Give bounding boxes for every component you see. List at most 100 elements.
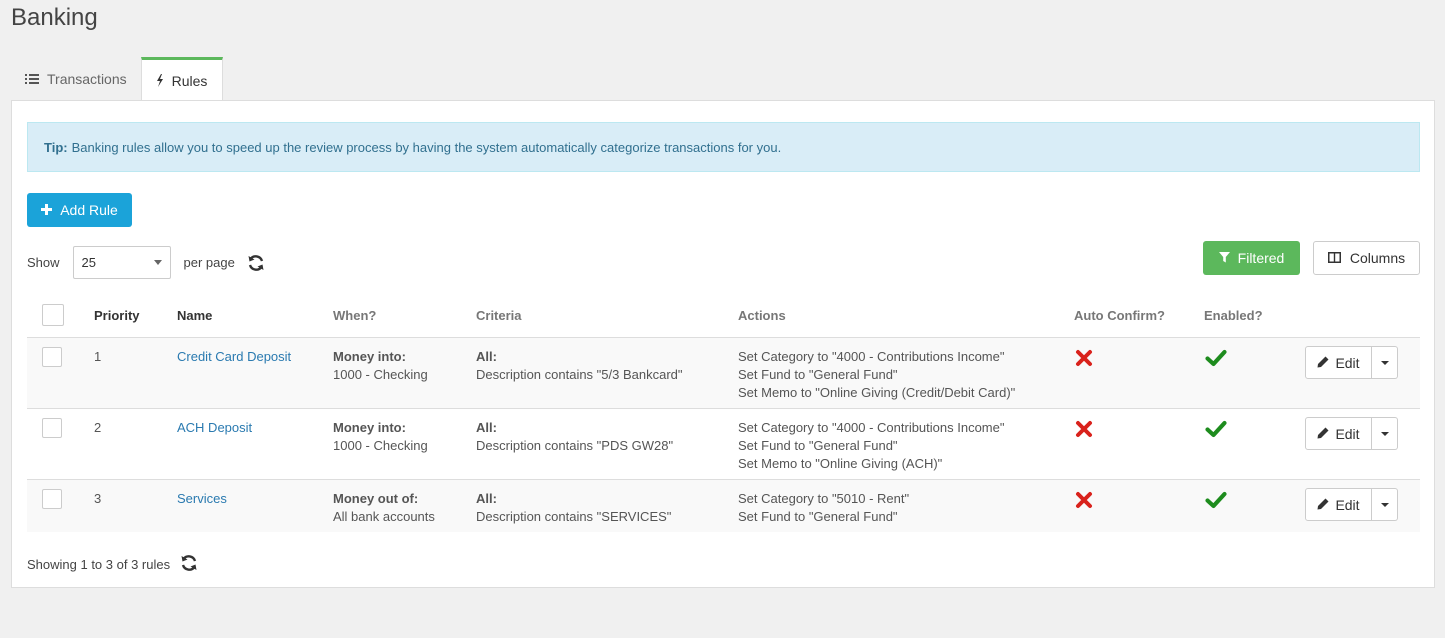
caret-down-icon bbox=[1380, 360, 1389, 365]
table-footer: Showing 1 to 3 of 3 rules bbox=[27, 554, 198, 575]
pencil-icon bbox=[1317, 497, 1329, 513]
tip-alert: Tip: Banking rules allow you to speed up… bbox=[27, 122, 1420, 172]
pencil-icon bbox=[1317, 426, 1329, 442]
action-item: Set Fund to "General Fund" bbox=[738, 509, 898, 524]
when-value: All bank accounts bbox=[333, 509, 435, 524]
list-icon bbox=[25, 73, 39, 85]
table-row: 2 ACH Deposit Money into: 1000 - Checkin… bbox=[27, 409, 1420, 480]
refresh-icon[interactable] bbox=[247, 254, 265, 272]
edit-button-group: Edit bbox=[1305, 488, 1398, 521]
edit-button-group: Edit bbox=[1305, 417, 1398, 450]
criteria-value: Description contains "SERVICES" bbox=[476, 509, 672, 524]
edit-button[interactable]: Edit bbox=[1305, 488, 1372, 521]
action-item: Set Fund to "General Fund" bbox=[738, 367, 898, 382]
criteria-value: Description contains "PDS GW28" bbox=[476, 438, 674, 453]
page-size-control: Show 25 per page bbox=[27, 245, 265, 280]
when-title: Money into: bbox=[333, 420, 406, 435]
when-value: 1000 - Checking bbox=[333, 438, 428, 453]
row-checkbox[interactable] bbox=[42, 418, 62, 438]
columns-button[interactable]: Columns bbox=[1313, 241, 1420, 275]
row-actions: Set Category to "4000 - Contributions In… bbox=[738, 348, 1015, 402]
action-item: Set Fund to "General Fund" bbox=[738, 438, 898, 453]
row-priority: 2 bbox=[94, 420, 102, 435]
filter-icon bbox=[1218, 250, 1230, 266]
row-when: Money into: 1000 - Checking bbox=[333, 348, 428, 384]
x-mark-icon bbox=[1075, 420, 1093, 441]
tip-text: Banking rules allow you to speed up the … bbox=[71, 139, 782, 155]
action-item: Set Memo to "Online Giving (Credit/Debit… bbox=[738, 385, 1016, 400]
check-mark-icon bbox=[1205, 349, 1227, 370]
rules-panel: Tip: Banking rules allow you to speed up… bbox=[11, 100, 1435, 588]
filtered-button[interactable]: Filtered bbox=[1203, 241, 1300, 275]
edit-button[interactable]: Edit bbox=[1305, 346, 1372, 379]
caret-down-icon bbox=[153, 260, 162, 265]
rule-name-link[interactable]: Credit Card Deposit bbox=[177, 348, 291, 366]
row-criteria: All: Description contains "SERVICES" bbox=[476, 490, 671, 526]
row-checkbox[interactable] bbox=[42, 347, 62, 367]
row-priority: 1 bbox=[94, 349, 102, 364]
bolt-icon bbox=[156, 74, 164, 87]
tip-label: Tip: bbox=[44, 139, 68, 155]
row-actions: Set Category to "5010 - Rent" Set Fund t… bbox=[738, 490, 909, 526]
rule-name-link[interactable]: Services bbox=[177, 490, 227, 508]
criteria-value: Description contains "5/3 Bankcard" bbox=[476, 367, 683, 382]
pencil-icon bbox=[1317, 355, 1329, 371]
row-criteria: All: Description contains "PDS GW28" bbox=[476, 419, 673, 455]
per-page-label: per page bbox=[183, 255, 235, 270]
x-mark-icon bbox=[1075, 349, 1093, 370]
table-row: 1 Credit Card Deposit Money into: 1000 -… bbox=[27, 338, 1420, 409]
header-actions: Actions bbox=[738, 308, 786, 323]
results-summary: Showing 1 to 3 of 3 rules bbox=[27, 557, 171, 572]
header-auto-confirm: Auto Confirm? bbox=[1074, 308, 1165, 323]
rule-name-link[interactable]: ACH Deposit bbox=[177, 419, 252, 437]
columns-icon bbox=[1327, 250, 1341, 266]
row-criteria: All: Description contains "5/3 Bankcard" bbox=[476, 348, 683, 384]
row-actions: Set Category to "4000 - Contributions In… bbox=[738, 419, 1004, 473]
action-item: Set Category to "5010 - Rent" bbox=[738, 491, 910, 506]
tab-label: Rules bbox=[171, 72, 208, 89]
criteria-title: All: bbox=[476, 420, 497, 435]
add-rule-button[interactable]: Add Rule bbox=[27, 193, 132, 227]
show-label: Show bbox=[27, 255, 60, 270]
edit-label: Edit bbox=[1335, 496, 1360, 513]
check-mark-icon bbox=[1205, 491, 1227, 512]
caret-down-icon bbox=[1380, 502, 1389, 507]
row-when: Money out of: All bank accounts bbox=[333, 490, 435, 526]
table-header: Priority Name When? Criteria Actions Aut… bbox=[27, 297, 1420, 338]
edit-button-group: Edit bbox=[1305, 346, 1398, 379]
action-item: Set Category to "4000 - Contributions In… bbox=[738, 349, 1005, 364]
add-rule-label: Add Rule bbox=[60, 202, 118, 218]
plus-icon bbox=[41, 202, 53, 218]
when-title: Money into: bbox=[333, 349, 406, 364]
edit-dropdown-toggle[interactable] bbox=[1372, 346, 1398, 379]
row-checkbox[interactable] bbox=[42, 489, 62, 509]
x-mark-icon bbox=[1075, 491, 1093, 512]
header-name[interactable]: Name bbox=[177, 308, 212, 323]
select-all-checkbox[interactable] bbox=[42, 304, 64, 326]
per-page-value: 25 bbox=[81, 255, 96, 270]
action-item: Set Memo to "Online Giving (ACH)" bbox=[738, 456, 943, 471]
header-criteria: Criteria bbox=[476, 308, 522, 323]
header-priority[interactable]: Priority bbox=[94, 308, 140, 323]
edit-dropdown-toggle[interactable] bbox=[1372, 417, 1398, 450]
refresh-icon[interactable] bbox=[180, 554, 198, 575]
per-page-select[interactable]: 25 bbox=[72, 246, 171, 279]
header-when: When? bbox=[333, 308, 377, 323]
row-when: Money into: 1000 - Checking bbox=[333, 419, 428, 455]
edit-dropdown-toggle[interactable] bbox=[1372, 488, 1398, 521]
criteria-title: All: bbox=[476, 349, 497, 364]
table-row: 3 Services Money out of: All bank accoun… bbox=[27, 480, 1420, 532]
criteria-title: All: bbox=[476, 491, 497, 506]
action-item: Set Category to "4000 - Contributions In… bbox=[738, 420, 1005, 435]
tab-bar: Transactions Rules bbox=[11, 57, 224, 101]
tab-transactions[interactable]: Transactions bbox=[11, 57, 141, 100]
tab-rules[interactable]: Rules bbox=[140, 57, 224, 101]
tab-label: Transactions bbox=[47, 70, 127, 87]
rules-table: Priority Name When? Criteria Actions Aut… bbox=[27, 297, 1420, 532]
header-enabled: Enabled? bbox=[1204, 308, 1263, 323]
edit-button[interactable]: Edit bbox=[1305, 417, 1372, 450]
check-mark-icon bbox=[1205, 420, 1227, 441]
page-title: Banking bbox=[11, 4, 98, 31]
caret-down-icon bbox=[1380, 431, 1389, 436]
columns-label: Columns bbox=[1349, 250, 1406, 266]
